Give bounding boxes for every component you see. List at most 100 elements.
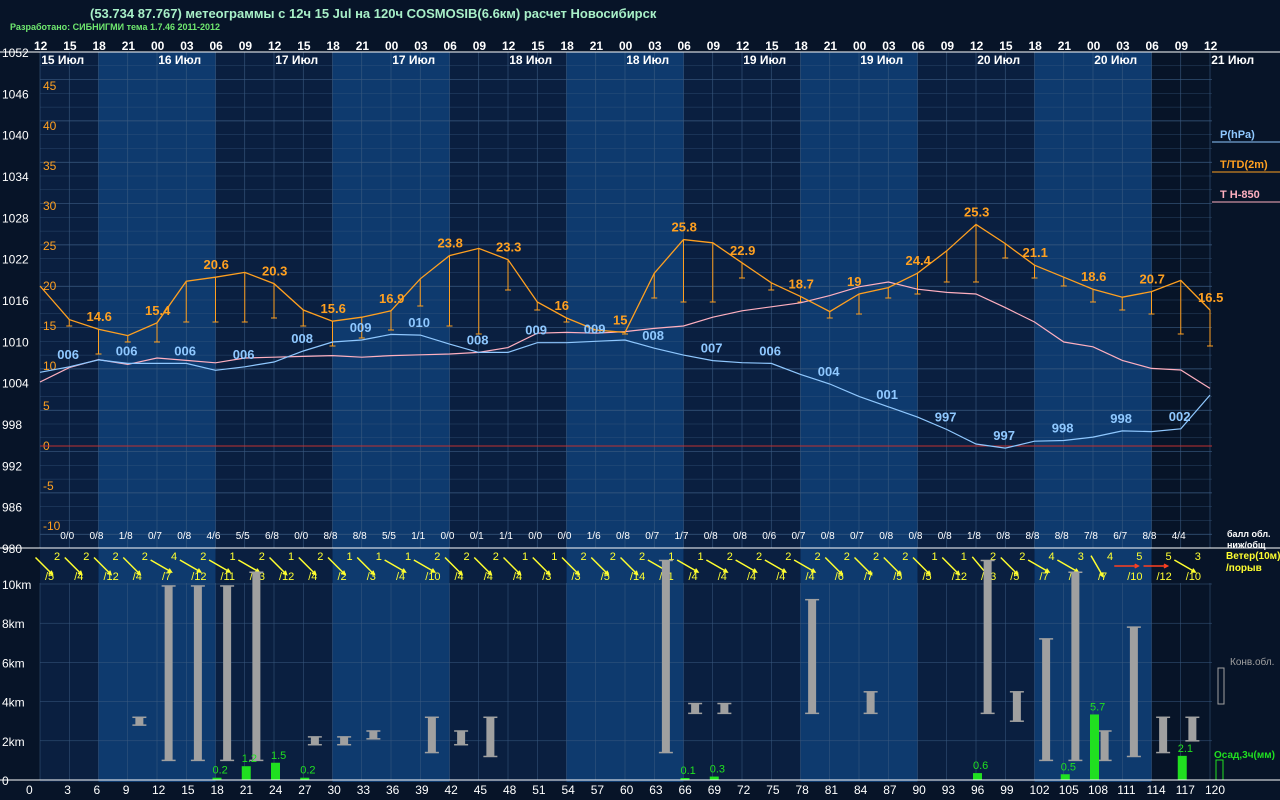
- pressure-tick-label: 1016: [2, 294, 29, 308]
- pressure-data-label: 997: [935, 410, 957, 425]
- hour-tick-label: 03: [1116, 39, 1130, 53]
- pressure-tick-label: 1040: [2, 129, 29, 143]
- precip-bar: [1060, 774, 1070, 780]
- precip-label: 1.2: [242, 753, 257, 765]
- convective-cloud-bar: [866, 691, 875, 714]
- wind-gust-label: /12: [1157, 571, 1172, 583]
- hour-tick-label: 21: [590, 39, 604, 53]
- wind-speed-label: 5: [1136, 551, 1142, 563]
- convective-cloud-bar: [135, 717, 144, 726]
- wind-gust-label: /10: [425, 571, 440, 583]
- convective-clouds-label: Конв.обл.: [1230, 656, 1274, 668]
- convective-cloud-bar: [457, 731, 466, 745]
- wind-speed-label: 1: [288, 551, 294, 563]
- hour-tick-label: 06: [678, 39, 692, 53]
- wind-label: /порыв: [1226, 563, 1262, 574]
- lead-time-tick-label: 9: [123, 783, 130, 797]
- precip-bar: [241, 766, 251, 780]
- wind-speed-label: 2: [785, 551, 791, 563]
- hour-tick-label: 15: [531, 39, 545, 53]
- lead-time-tick-label: 30: [328, 783, 342, 797]
- convective-cloud-bar: [486, 717, 495, 757]
- pressure-data-label: 006: [174, 343, 196, 358]
- height-tick-label: 6km: [2, 656, 25, 670]
- pressure-tick-label: 980: [2, 542, 22, 556]
- pressure-tick-label: 992: [2, 459, 22, 473]
- wind-speed-label: 1: [376, 551, 382, 563]
- precip-label: 0.3: [710, 764, 725, 776]
- cloud-cover-value: 7/8: [1084, 531, 1098, 542]
- hour-tick-label: 12: [736, 39, 750, 53]
- temperature-tick-label: -5: [43, 479, 54, 493]
- cloud-cover-value: 1/7: [675, 531, 689, 542]
- cloud-cover-value: 0/0: [528, 531, 542, 542]
- cloud-cover-value: 8/8: [1026, 531, 1040, 542]
- lead-time-tick-label: 36: [386, 783, 400, 797]
- precip-bar: [973, 773, 982, 780]
- cloud-cover-label: балл обл.: [1227, 529, 1271, 539]
- wind-speed-label: 2: [815, 551, 821, 563]
- pressure-tick-label: 986: [2, 501, 22, 515]
- temperature-data-label: 14.6: [87, 309, 112, 324]
- precip-bar: [271, 762, 280, 780]
- hour-tick-label: 00: [151, 39, 165, 53]
- temperature-data-label: 23.8: [438, 236, 463, 251]
- lead-time-tick-label: 42: [445, 783, 459, 797]
- precip-label: 2.1: [1178, 743, 1193, 755]
- wind-gust-label: /4: [308, 571, 317, 583]
- wind-gust-label: /4: [776, 571, 785, 583]
- precip-bar: [1090, 714, 1099, 780]
- date-label: 16 Июл: [158, 53, 201, 67]
- lead-time-tick-label: 57: [591, 783, 605, 797]
- cloud-cover-value: 0/8: [996, 531, 1010, 542]
- hour-tick-label: 21: [1058, 39, 1072, 53]
- date-label: 19 Июл: [743, 53, 786, 67]
- cloud-cover-value: 5/5: [236, 531, 250, 542]
- pressure-data-label: 998: [1110, 411, 1132, 426]
- cloud-cover-value: 4/4: [1172, 531, 1186, 542]
- wind-gust-label: /2: [338, 571, 347, 583]
- pressure-tick-label: 1022: [2, 253, 29, 267]
- wind-speed-label: 2: [639, 551, 645, 563]
- height-tick-label: 8km: [2, 617, 25, 631]
- date-label: 19 Июл: [860, 53, 903, 67]
- wind-speed-label: 2: [200, 551, 206, 563]
- precip-label: 0.2: [213, 765, 228, 777]
- hour-tick-label: 15: [765, 39, 779, 53]
- precip-legend-label: Осад,3ч(мм): [1214, 750, 1275, 761]
- cloud-cover-value: 0/8: [909, 531, 923, 542]
- pressure-data-label: 006: [57, 347, 79, 362]
- lead-time-tick-label: 108: [1088, 783, 1108, 797]
- temperature-data-label: 21.1: [1023, 245, 1048, 260]
- lead-time-tick-label: 102: [1030, 783, 1050, 797]
- cloud-cover-value: 6/7: [1113, 531, 1127, 542]
- cloud-cover-value: 0/7: [148, 531, 162, 542]
- wind-gust-label: /4: [513, 571, 522, 583]
- pressure-tick-label: 1028: [2, 211, 29, 225]
- lead-time-tick-label: 87: [883, 783, 897, 797]
- pressure-data-label: 002: [1169, 409, 1191, 424]
- lead-time-tick-label: 120: [1205, 783, 1225, 797]
- wind-gust-label: /7: [1040, 571, 1049, 583]
- lead-time-tick-label: 96: [971, 783, 985, 797]
- temperature-data-label: 15: [613, 312, 627, 327]
- wind-speed-label: 1: [405, 551, 411, 563]
- lead-time-tick-label: 117: [1176, 783, 1195, 797]
- pressure-data-label: 007: [701, 341, 723, 356]
- lead-time-tick-label: 39: [415, 783, 429, 797]
- pressure-data-label: 009: [584, 321, 606, 336]
- pressure-tick-label: 1004: [2, 377, 29, 391]
- date-label: 20 Июл: [1094, 53, 1137, 67]
- pressure-tick-label: 1046: [2, 87, 29, 101]
- precip-label: 0.1: [681, 765, 696, 777]
- hour-tick-label: 06: [912, 39, 926, 53]
- temperature-data-label: 24.4: [906, 253, 932, 268]
- wind-speed-label: 2: [873, 551, 879, 563]
- wind-gust-label: /5: [1010, 571, 1019, 583]
- cloud-cover-value: 0/8: [733, 531, 747, 542]
- cloud-cover-value: 8/8: [1055, 531, 1069, 542]
- temperature-data-label: 25.3: [964, 204, 989, 219]
- wind-gust-label: /4: [396, 571, 405, 583]
- wind-gust-label: /7: [864, 571, 873, 583]
- wind-gust-label: /10: [1127, 571, 1142, 583]
